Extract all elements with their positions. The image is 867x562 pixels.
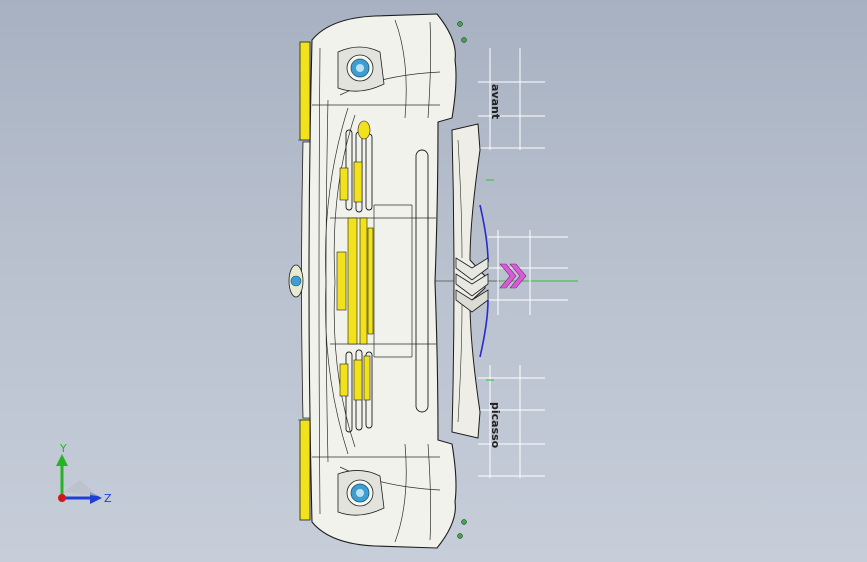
yellow-badge [357, 120, 371, 140]
graphics-viewport[interactable]: avant picasso Y Z [0, 0, 867, 562]
z-axis-label: Z [104, 492, 112, 505]
yellow-side-strip-top [299, 41, 311, 141]
y-axis-label: Y [59, 442, 67, 455]
yellow-side-strip-bottom [299, 419, 311, 521]
triad-cone [64, 480, 98, 496]
bumper-model[interactable]: avant picasso [0, 0, 867, 562]
side-marker-light [288, 264, 304, 298]
decal-text-lower: picasso [489, 402, 502, 449]
fog-light-top [337, 46, 385, 92]
fog-light-bottom [337, 470, 385, 516]
decal-grid-lower [478, 365, 545, 478]
bumper-body [308, 13, 457, 549]
decal-grid-upper [478, 48, 545, 150]
y-axis-arrowhead [56, 454, 68, 466]
triad-origin [58, 494, 66, 502]
coordinate-triad: Y Z [56, 442, 112, 505]
decal-grid-center [488, 230, 568, 315]
decal-text-upper: avant [489, 84, 502, 119]
